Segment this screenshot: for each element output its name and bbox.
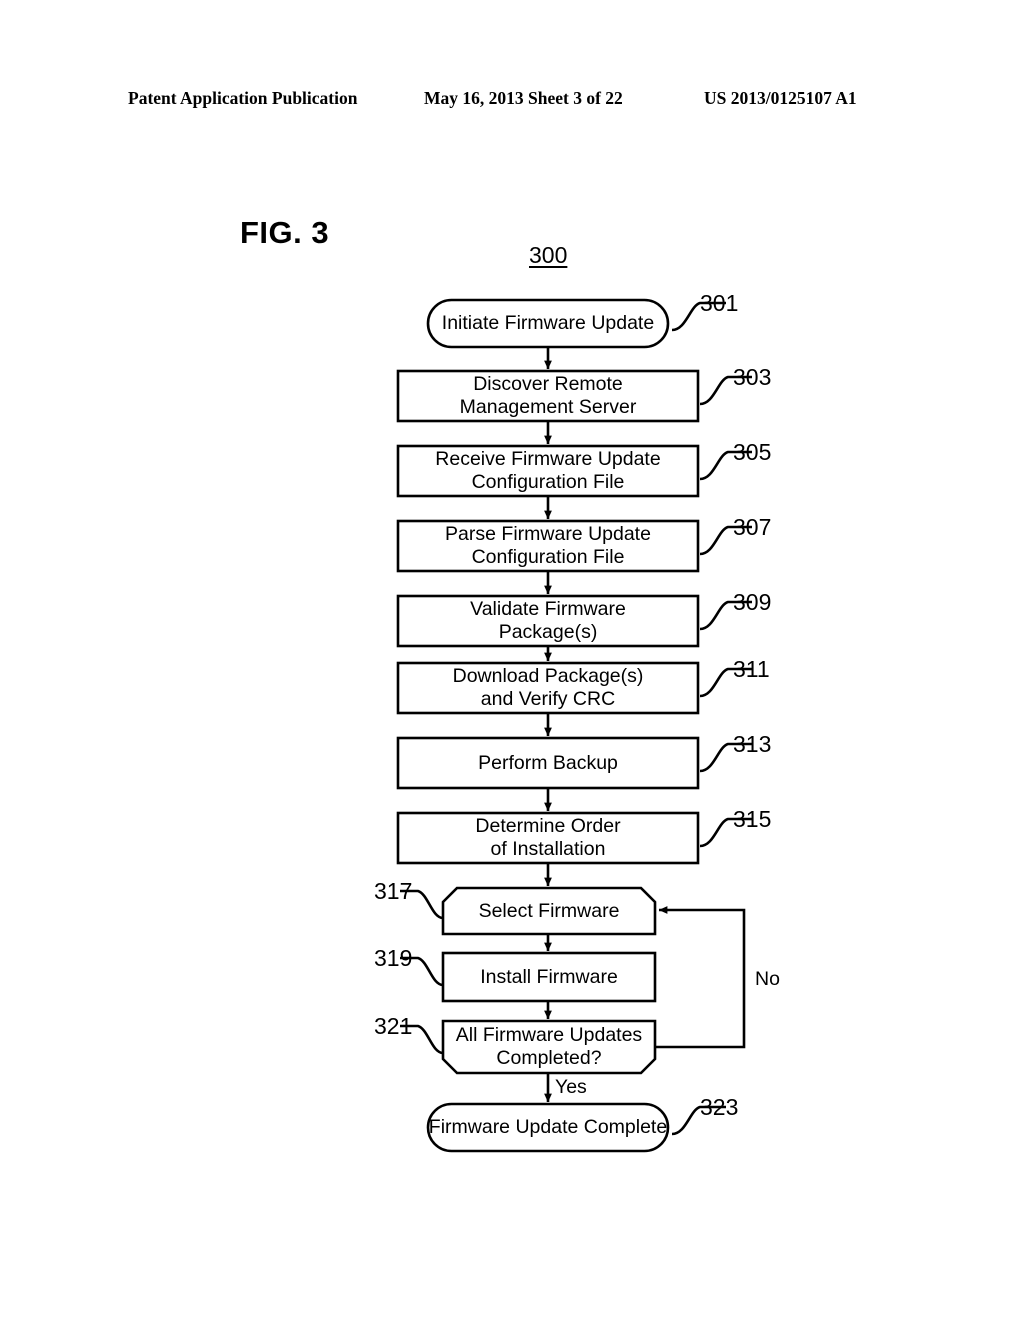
- edge-321-317-no: [655, 906, 746, 1049]
- refnum-323: 323: [700, 1094, 739, 1120]
- refnum-321: 321: [374, 1013, 413, 1039]
- refnum-303: 303: [733, 364, 772, 390]
- node-label-311: Download Package(s) and Verify CRC: [452, 665, 644, 710]
- refnum-307: 307: [733, 514, 772, 540]
- refnum-315: 315: [733, 806, 772, 832]
- edge-label-yes: Yes: [555, 1076, 587, 1098]
- edge-label-no: No: [755, 968, 780, 990]
- node-label-309: Validate Firmware Package(s): [470, 598, 626, 643]
- node-label-315: Determine Order of Installation: [475, 815, 621, 860]
- node-label-307: Parse Firmware Update Configuration File: [445, 523, 651, 568]
- refnum-317: 317: [374, 878, 413, 904]
- refnum-309: 309: [733, 589, 772, 615]
- node-label-313: Perform Backup: [478, 751, 618, 774]
- refnum-311: 311: [733, 656, 770, 682]
- node-label-317: Select Firmware: [478, 899, 620, 922]
- node-label-319: Install Firmware: [480, 965, 618, 988]
- refnum-305: 305: [733, 439, 772, 465]
- refnum-301: 301: [700, 290, 739, 316]
- node-label-305: Receive Firmware Update Configuration Fi…: [435, 448, 661, 493]
- node-label-303: Discover Remote Management Server: [459, 373, 637, 418]
- node-label-323: Firmware Update Complete: [428, 1116, 668, 1138]
- node-label-321: All Firmware Updates Completed?: [455, 1024, 643, 1069]
- refnum-319: 319: [374, 945, 413, 971]
- refnum-313: 313: [733, 731, 772, 757]
- node-label-301: Initiate Firmware Update: [441, 312, 655, 334]
